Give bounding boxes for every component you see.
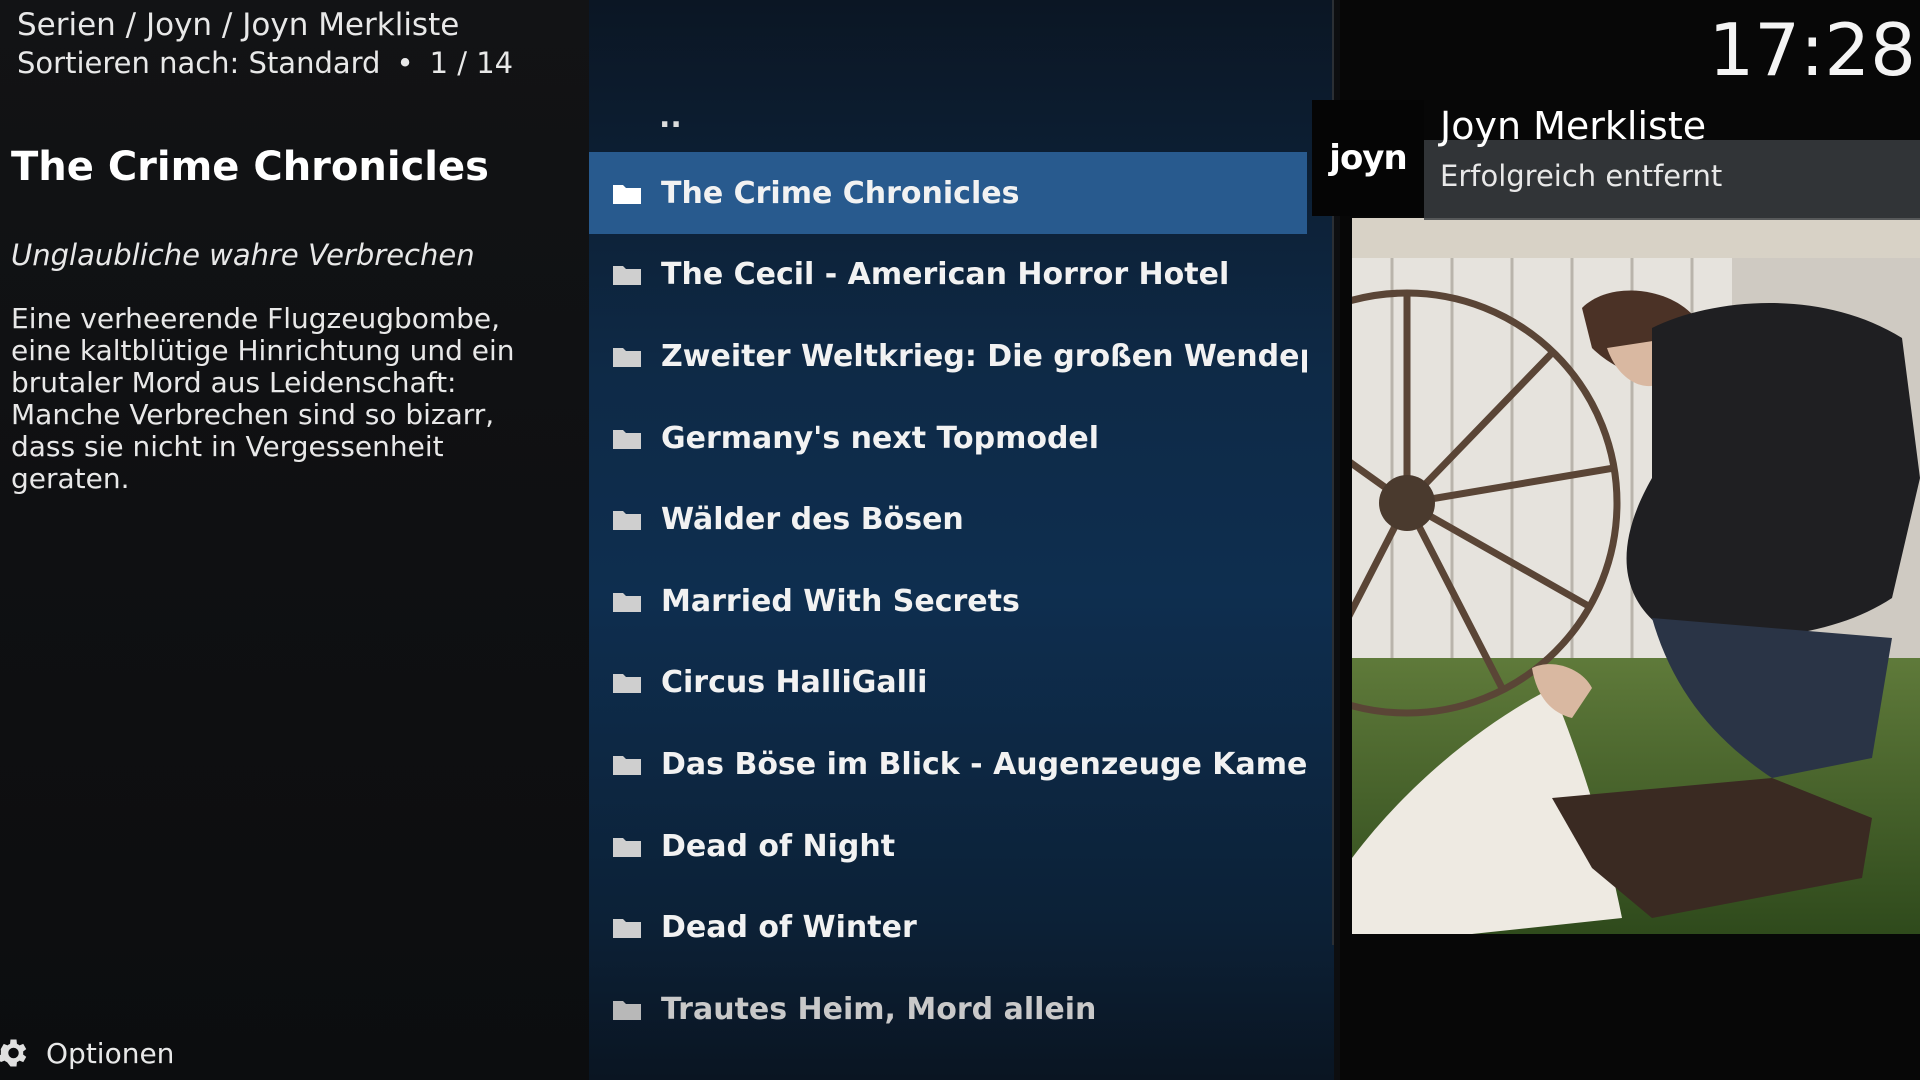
list-item-label: Dead of Winter bbox=[661, 909, 917, 945]
notification-toast: joyn Joyn Merkliste Erfolgreich entfernt bbox=[1312, 100, 1920, 220]
folder-icon bbox=[613, 919, 641, 938]
folder-icon bbox=[613, 674, 641, 693]
notification-title: Joyn Merkliste bbox=[1440, 104, 1707, 148]
show-tagline: Unglaubliche wahre Verbrechen bbox=[11, 238, 475, 272]
folder-icon bbox=[613, 185, 641, 204]
folder-icon bbox=[613, 430, 641, 449]
options-label: Optionen bbox=[46, 1036, 175, 1070]
item-position: 1 / 14 bbox=[429, 46, 514, 80]
list-item-label: The Cecil - American Horror Hotel bbox=[661, 256, 1230, 292]
list-item[interactable]: Zweiter Weltkrieg: Die großen Wendep... bbox=[589, 315, 1307, 397]
folder-icon bbox=[613, 1001, 641, 1020]
notification-message: Erfolgreich entfernt bbox=[1440, 159, 1723, 193]
folder-icon bbox=[613, 756, 641, 775]
list-item[interactable]: The Crime Chronicles bbox=[589, 152, 1307, 234]
fanart-image bbox=[1352, 218, 1920, 934]
show-plot: Eine verheerende Flugzeugbombe, eine kal… bbox=[11, 302, 515, 495]
list-item[interactable]: Trautes Heim, Mord allein bbox=[589, 968, 1307, 1050]
list-item-label: Zweiter Weltkrieg: Die großen Wendep... bbox=[661, 338, 1307, 374]
sort-line: Sortieren nach: Standard • 1 / 14 bbox=[17, 44, 513, 82]
options-button[interactable]: Optionen bbox=[0, 1030, 174, 1076]
list-item[interactable]: Dead of Night bbox=[589, 805, 1307, 887]
list-item[interactable]: Wälder des Bösen bbox=[589, 478, 1307, 560]
folder-icon bbox=[613, 348, 641, 367]
clock: 17:28 bbox=[1708, 8, 1917, 92]
gear-icon bbox=[0, 1039, 27, 1067]
joyn-logo: joyn bbox=[1312, 100, 1424, 216]
separator-dot: • bbox=[396, 46, 414, 80]
list-item-label: Trautes Heim, Mord allein bbox=[661, 991, 1097, 1027]
list-item[interactable]: Das Böse im Blick - Augenzeuge Kamera bbox=[589, 723, 1307, 805]
list-item[interactable]: Circus HalliGalli bbox=[589, 641, 1307, 723]
folder-icon bbox=[613, 511, 641, 530]
list-item-label: Dead of Night bbox=[661, 828, 896, 864]
list-item-label: Germany's next Topmodel bbox=[661, 420, 1100, 456]
list-item[interactable]: Married With Secrets bbox=[589, 560, 1307, 642]
list-item[interactable]: Germany's next Topmodel bbox=[589, 397, 1307, 479]
breadcrumb: Serien / Joyn / Joyn Merkliste bbox=[17, 7, 460, 43]
list-item[interactable]: Dead of Winter bbox=[589, 886, 1307, 968]
sort-label[interactable]: Sortieren nach: Standard bbox=[17, 46, 380, 80]
parent-folder-label: .. bbox=[659, 99, 682, 135]
list-item-label: Circus HalliGalli bbox=[661, 664, 928, 700]
list-item[interactable]: The Cecil - American Horror Hotel bbox=[589, 233, 1307, 315]
folder-icon bbox=[613, 593, 641, 612]
list-item-label: The Crime Chronicles bbox=[661, 175, 1020, 211]
list-item-label: Married With Secrets bbox=[661, 583, 1020, 619]
folder-icon bbox=[613, 266, 641, 285]
info-panel: Serien / Joyn / Joyn Merkliste Sortieren… bbox=[0, 0, 589, 1080]
list-item-label: Wälder des Bösen bbox=[661, 501, 964, 537]
media-list: .. The Crime Chronicles The Cecil - Amer… bbox=[589, 0, 1334, 1080]
joyn-logo-text: joyn bbox=[1329, 138, 1407, 178]
folder-icon bbox=[613, 838, 641, 857]
show-title: The Crime Chronicles bbox=[11, 144, 489, 190]
parent-folder-item[interactable]: .. bbox=[589, 76, 1307, 158]
list-item-label: Das Böse im Blick - Augenzeuge Kamera bbox=[661, 746, 1307, 782]
